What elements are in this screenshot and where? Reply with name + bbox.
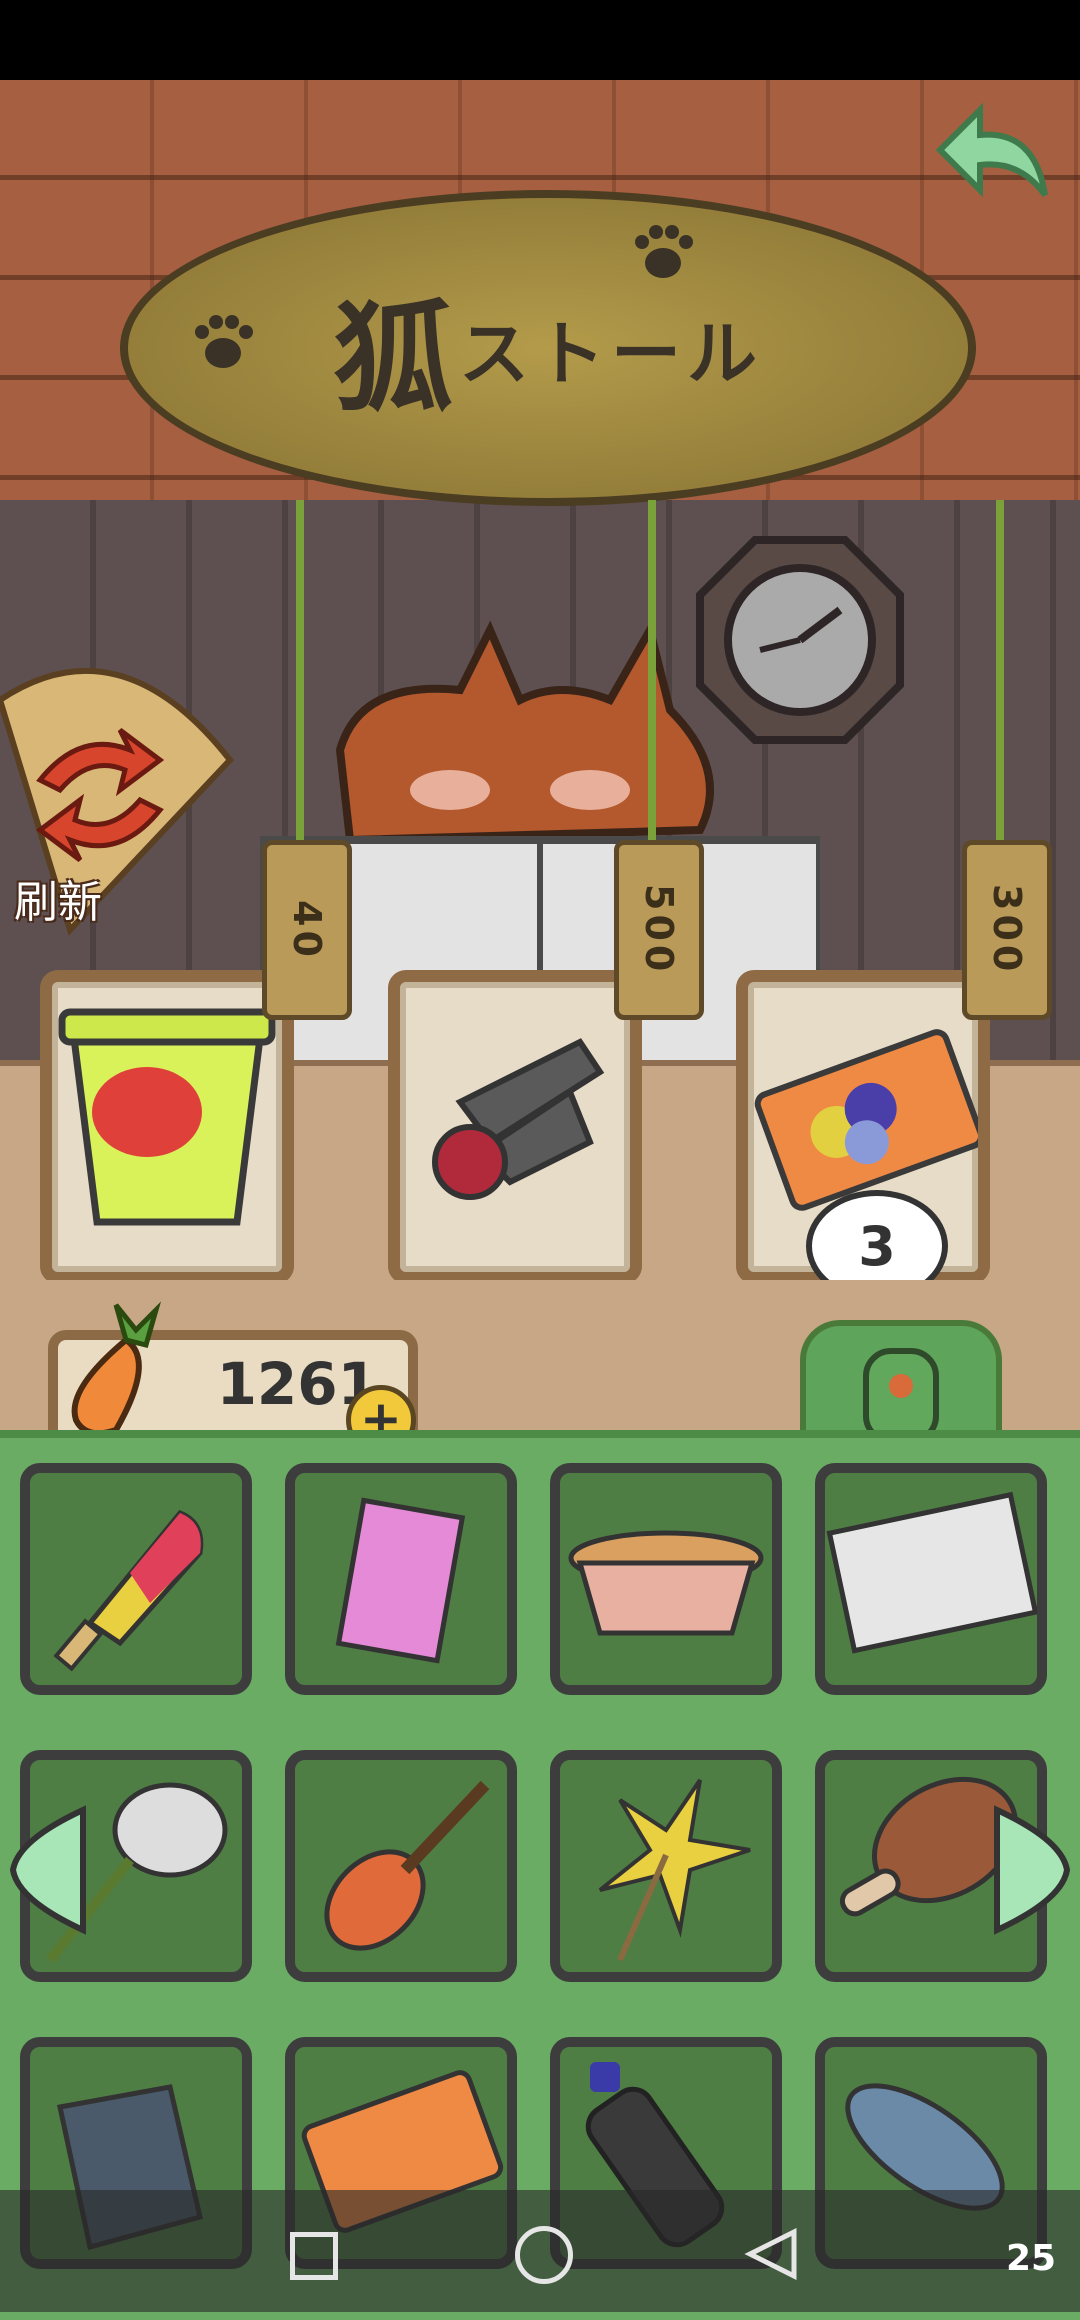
paw-icon: [635, 225, 693, 278]
page-number: 25: [1006, 2238, 1057, 2279]
inventory-slot-pocky[interactable]: [285, 1463, 517, 1695]
home-button[interactable]: [515, 2226, 573, 2284]
shop-scene: 狐 ストール 刷新 40 500 300: [0, 80, 1080, 1280]
shop-item-bowling-pins[interactable]: [388, 970, 642, 1280]
price-tag: 40: [262, 840, 352, 1020]
shop-item-cup-noodles[interactable]: [40, 970, 294, 1280]
paw-icon: [195, 315, 253, 368]
inventory-slot-snow-mountain-ticket[interactable]: [815, 1463, 1047, 1695]
price-tag: 300: [962, 840, 1052, 1020]
shop-sign: 狐 ストール: [120, 190, 976, 506]
popsicle-icon: [53, 1509, 204, 1672]
prev-page-arrow-icon[interactable]: [8, 1800, 88, 1940]
back-arrow-icon[interactable]: [920, 100, 1060, 220]
inventory-slot-popsicle[interactable]: [20, 1463, 252, 1695]
next-page-arrow-icon[interactable]: [992, 1800, 1072, 1940]
refresh-label[interactable]: 刷新: [14, 866, 102, 930]
cup-ramen-icon: [568, 1530, 764, 1636]
ticket-icon: [826, 1491, 1039, 1654]
pinwheel-icon: [598, 1778, 751, 1962]
sign-kanji: 狐: [333, 288, 459, 429]
sign-kana: ストール: [459, 311, 763, 395]
bowling-pins-icon: [432, 1038, 605, 1200]
status-bar: [0, 0, 1080, 80]
pocky-box-icon: [335, 1497, 466, 1664]
price-tag: 500: [614, 840, 704, 1020]
inventory-slot-cup-ramen[interactable]: [550, 1463, 782, 1695]
inventory-slot-pinwheel[interactable]: [550, 1750, 782, 1982]
inventory-slot-ukulele[interactable]: [285, 1750, 517, 1982]
back-triangle-icon[interactable]: [742, 2228, 802, 2280]
cup-noodles-icon: [58, 1008, 276, 1226]
carrot-icon: [71, 1301, 162, 1437]
recent-apps-button[interactable]: [290, 2232, 338, 2280]
ukulele-icon: [324, 1780, 490, 1951]
